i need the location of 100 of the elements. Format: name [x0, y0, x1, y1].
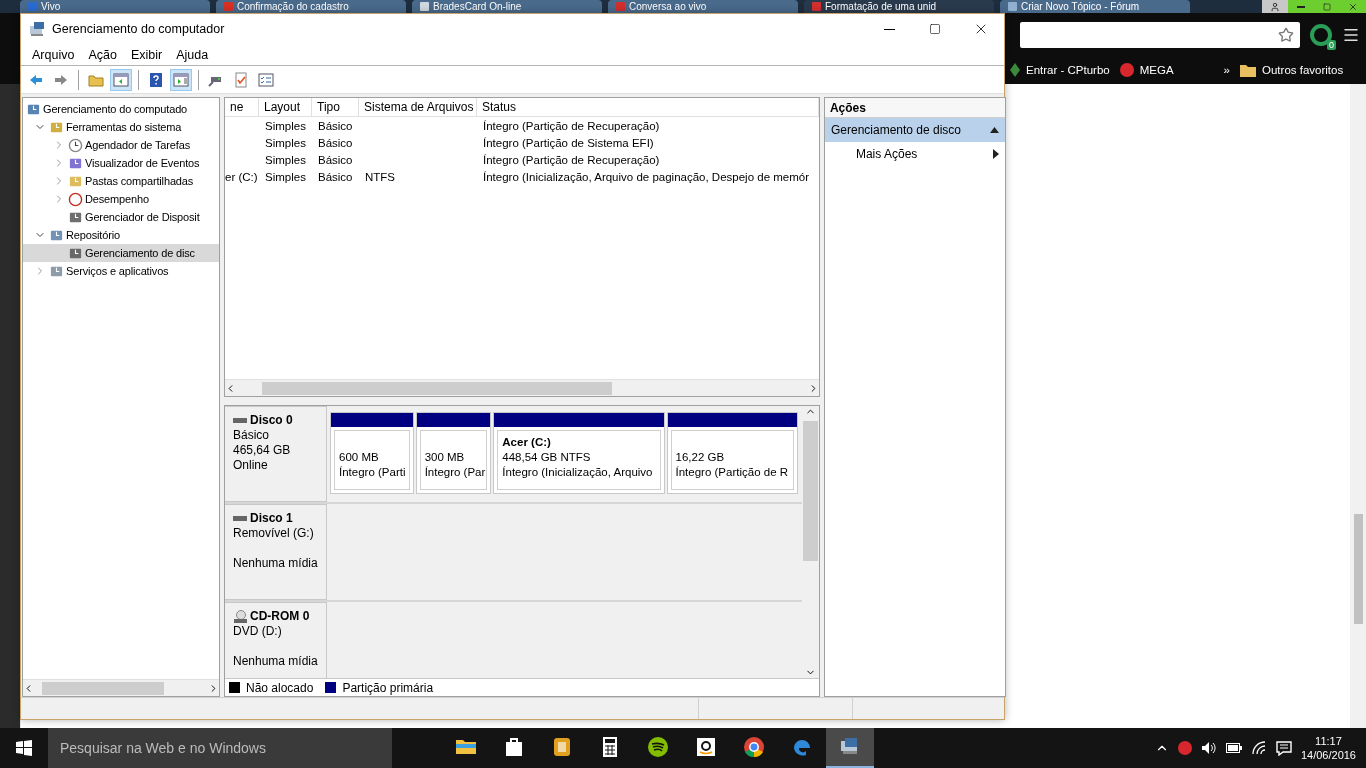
- partition-status: Íntegro (Parti: [339, 465, 405, 480]
- battery-icon[interactable]: [1225, 743, 1242, 753]
- bookmark-folder[interactable]: Outros favoritos: [1240, 63, 1344, 77]
- table-cell-text: Básico: [317, 152, 354, 168]
- tree-item[interactable]: Gerenciamento do computado: [23, 100, 219, 118]
- window-title: Gerenciamento do computador: [52, 22, 225, 36]
- site-icon: [1008, 2, 1017, 11]
- browser-tab[interactable]: Vivo: [20, 0, 210, 13]
- table-cell-text: er (C:): [225, 169, 259, 185]
- m-logo-icon: [1119, 63, 1134, 77]
- close-button[interactable]: [1340, 0, 1366, 13]
- wifi-icon[interactable]: [1250, 741, 1267, 755]
- table-cell-text: Íntegro (Partição de Recuperação): [482, 152, 661, 168]
- table-cell-text: Simples: [264, 135, 307, 151]
- address-field[interactable]: [1020, 21, 1300, 48]
- partition-block[interactable]: 600 MB Íntegro (Parti: [330, 412, 414, 494]
- bookmark-link[interactable]: Entrar - CPturbo: [1010, 63, 1110, 77]
- browser-tab[interactable]: Criar Novo Tópico - Fórum: [1000, 0, 1190, 13]
- notification-icon[interactable]: [1275, 740, 1292, 756]
- tree-item[interactable]: Gerenciador de Disposit: [23, 208, 219, 226]
- checklist-icon: [233, 71, 249, 88]
- profile-button[interactable]: [1262, 0, 1288, 13]
- collapse-triangle-icon[interactable]: [989, 127, 999, 133]
- close-icon: [1348, 1, 1358, 12]
- legend-label: Não alocado: [246, 680, 314, 695]
- m-logo-icon[interactable]: [1177, 741, 1192, 755]
- action-item[interactable]: Mais Ações: [824, 142, 1005, 166]
- disk-info-panel[interactable]: Disco 1 Removível (G:) Nenhuma mídia: [225, 504, 327, 600]
- minimize-icon: [883, 28, 895, 30]
- panel-icon: [173, 71, 189, 88]
- disk-detail: Online: [233, 458, 269, 473]
- leaf-icon: [1010, 63, 1020, 77]
- column-header[interactable]: Tipo: [312, 98, 359, 117]
- partition-label: Acer (C:): [502, 435, 552, 450]
- partition-status: Íntegro (Par: [424, 465, 483, 480]
- minimize-button[interactable]: [1288, 0, 1314, 13]
- help-icon: [148, 71, 164, 88]
- column-header[interactable]: Layout: [259, 98, 312, 117]
- tree-item[interactable]: Gerenciamento de disc: [23, 244, 219, 262]
- tree-item[interactable]: Pastas compartilhadas: [23, 172, 219, 190]
- partition-status: Íntegro (Inicialização, Arquivo: [502, 465, 654, 480]
- partition-block[interactable]: Acer (C:) 448,54 GB NTFS Íntegro (Inicialização, Arquivo: [493, 412, 665, 494]
- table-cell-text: Simples: [264, 152, 307, 168]
- scrollbar[interactable]: [1350, 84, 1366, 728]
- speaker-icon[interactable]: [1200, 741, 1217, 755]
- star-icon[interactable]: [1278, 26, 1294, 43]
- column-header[interactable]: Status: [477, 98, 819, 117]
- disk-name: CD-ROM 0: [250, 609, 310, 624]
- site-icon: [616, 2, 625, 11]
- partition-block[interactable]: 16,22 GB Íntegro (Partição de R: [666, 412, 798, 494]
- menu-item[interactable]: Arquivo: [25, 47, 82, 62]
- menu-item[interactable]: Exibir: [123, 47, 170, 62]
- disk-info-panel[interactable]: Disco 0 Básico 465,64 GB Online: [225, 406, 327, 502]
- bookmark-link[interactable]: MEGA: [1119, 63, 1174, 77]
- disk-detail: Nenhuma mídia: [233, 654, 319, 669]
- scrollbar[interactable]: [225, 379, 819, 396]
- browser-tab[interactable]: BradesCard On-line: [412, 0, 602, 13]
- submenu-triangle-icon: [992, 149, 999, 159]
- tree-item[interactable]: Agendador de Tarefas: [23, 136, 219, 154]
- site-icon: [224, 2, 233, 11]
- tree-item[interactable]: Ferramentas do sistema: [23, 118, 219, 136]
- site-icon: [812, 2, 821, 11]
- disk-detail: 465,64 GB: [233, 443, 292, 458]
- scrollbar[interactable]: [23, 679, 219, 696]
- menu-item[interactable]: Ajuda: [169, 47, 216, 62]
- restore-icon: [1323, 2, 1331, 11]
- column-header[interactable]: Sistema de Arquivos: [359, 98, 477, 117]
- tree-item[interactable]: Repositório: [23, 226, 219, 244]
- music-icon[interactable]: [646, 735, 670, 759]
- folder-icon: [1240, 63, 1256, 77]
- tree-item[interactable]: Desempenho: [23, 190, 219, 208]
- disk-info-panel[interactable]: CD-ROM 0 DVD (D:) Nenhuma mídia: [225, 602, 327, 678]
- browser-icon[interactable]: [742, 735, 766, 759]
- browser-tab[interactable]: Confirmação do cadastro: [216, 0, 406, 13]
- table-cell-text: Básico: [317, 118, 354, 134]
- section-header[interactable]: Gerenciamento de disco: [824, 118, 1005, 142]
- drive-icon: [233, 515, 247, 522]
- clock[interactable]: 11:17 14/06/2016: [1300, 734, 1356, 762]
- column-header[interactable]: ne: [225, 98, 259, 117]
- partition-status: Íntegro (Partição de R: [675, 465, 789, 480]
- search-field[interactable]: Pesquisar na Web e no Windows: [48, 728, 392, 768]
- more-bookmarks-button[interactable]: »: [1223, 64, 1230, 76]
- tree-item[interactable]: Serviços e aplicativos: [23, 262, 219, 280]
- browser-tab[interactable]: Conversa ao vivo: [608, 0, 798, 13]
- minimize-icon: [1297, 5, 1305, 8]
- menu-item[interactable]: Ação: [81, 47, 124, 62]
- table-cell-text: Íntegro (Partição de Recuperação): [482, 118, 661, 134]
- table-cell-text: Básico: [317, 169, 354, 185]
- table-cell-text: Íntegro (Partição de Sistema EFI): [482, 135, 655, 151]
- partition-block[interactable]: 300 MB Íntegro (Par: [415, 412, 492, 494]
- browser-tab[interactable]: Formatação de uma unid: [804, 0, 994, 13]
- count-badge: 0: [1327, 39, 1336, 50]
- partition-size: 448,54 GB NTFS: [502, 450, 592, 465]
- disc-drive-icon: [233, 609, 247, 624]
- site-icon: [28, 2, 37, 11]
- tree-item[interactable]: Visualizador de Eventos: [23, 154, 219, 172]
- disk-detail: Removível (G:): [233, 526, 315, 541]
- drive-icon: [233, 417, 247, 424]
- disk-detail: Nenhuma mídia: [233, 556, 319, 571]
- table-cell-text: Básico: [317, 135, 354, 151]
